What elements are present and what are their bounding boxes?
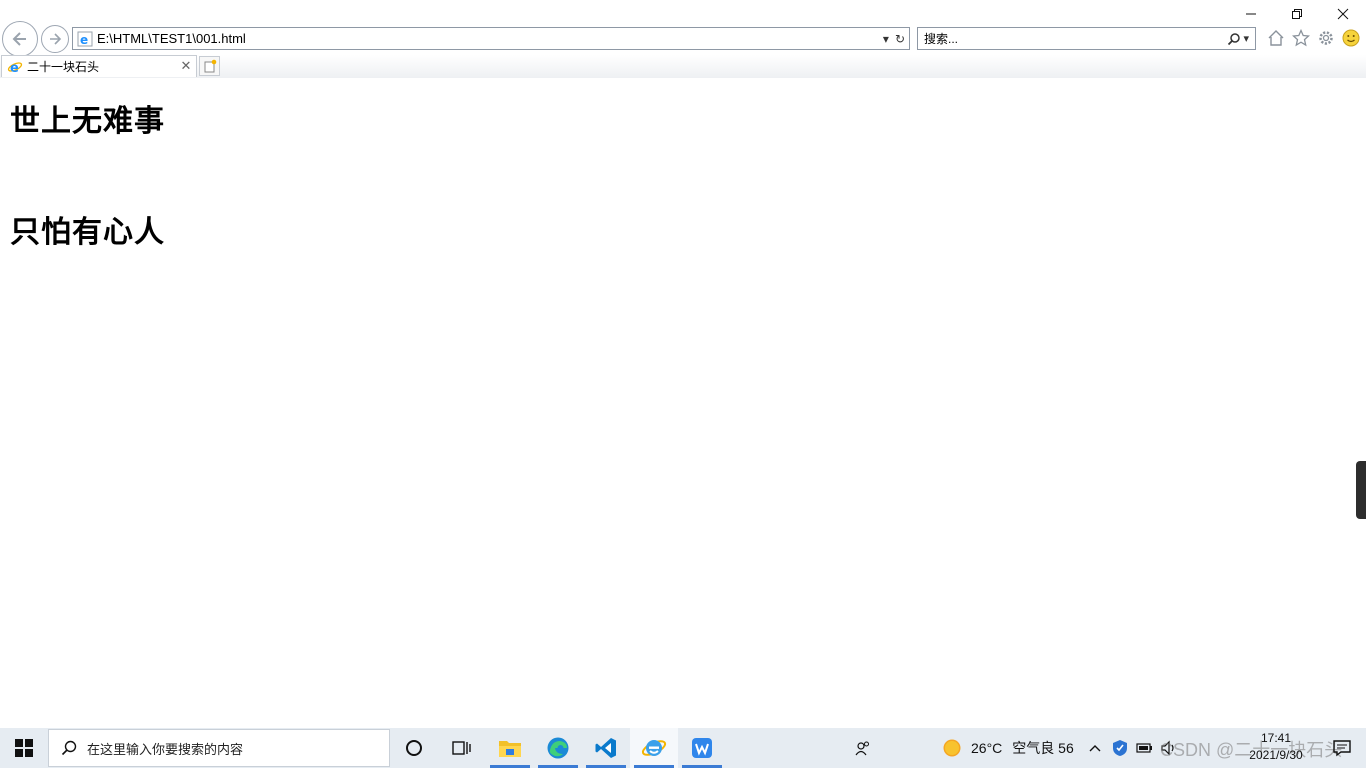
- search-input[interactable]: 搜索...: [924, 30, 1227, 47]
- tab-close-icon[interactable]: ✕: [178, 59, 194, 74]
- address-text[interactable]: E:\HTML\TEST1\001.html: [97, 31, 883, 46]
- notification-icon: [1333, 740, 1351, 757]
- smiley-icon[interactable]: [1341, 28, 1360, 48]
- windows-logo-icon: [15, 739, 33, 757]
- clock[interactable]: 17:41 2021/9/30: [1244, 730, 1308, 766]
- start-button[interactable]: [0, 728, 48, 768]
- new-tab-button[interactable]: [199, 56, 220, 76]
- forward-button[interactable]: [41, 25, 69, 53]
- side-handle[interactable]: [1356, 461, 1366, 519]
- ie-button[interactable]: [630, 728, 678, 768]
- wps-button[interactable]: [678, 728, 726, 768]
- favorites-star-icon[interactable]: [1291, 28, 1310, 48]
- weather-sun-icon[interactable]: [942, 738, 962, 758]
- restore-button[interactable]: [1274, 0, 1320, 28]
- page-heading-2: 只怕有心人: [10, 215, 165, 250]
- tab-strip: e 二十一块石头 ✕: [0, 55, 1366, 78]
- vscode-button[interactable]: [582, 728, 630, 768]
- ie-tab-icon: e: [7, 59, 23, 75]
- battery-icon[interactable]: [1136, 742, 1154, 754]
- clock-date: 2021/9/30: [1249, 748, 1303, 762]
- toolbar-icons: [1266, 28, 1360, 48]
- system-tray: 26°C 空气良 56: [850, 728, 1178, 768]
- address-bar[interactable]: e E:\HTML\TEST1\001.html ▾ ↻: [72, 27, 910, 50]
- new-tab-icon: [204, 59, 216, 73]
- back-arrow-icon: [12, 32, 26, 46]
- close-window-button[interactable]: [1320, 0, 1366, 28]
- edge-button[interactable]: [534, 728, 582, 768]
- restore-icon: [1292, 9, 1302, 19]
- search-icon[interactable]: [1227, 32, 1241, 46]
- defender-shield-icon[interactable]: [1112, 739, 1128, 757]
- browser-chrome: e E:\HTML\TEST1\001.html ▾ ↻ 搜索... ▾ e 二…: [0, 0, 1366, 78]
- window-controls: [1228, 0, 1366, 28]
- home-icon[interactable]: [1266, 28, 1285, 48]
- address-dropdown-icon[interactable]: ▾: [883, 32, 889, 46]
- page-heading-1: 世上无难事: [10, 104, 165, 139]
- wps-icon: [692, 738, 712, 758]
- cortana-button[interactable]: [390, 728, 438, 768]
- air-quality[interactable]: 空气良 56: [1012, 738, 1073, 758]
- vscode-icon: [595, 738, 616, 758]
- search-icon: [61, 740, 77, 756]
- back-button[interactable]: [2, 21, 38, 57]
- taskbar: 在这里输入你要搜索的内容 26°C 空气良 56 CSDN @二十一块石头 17…: [0, 728, 1366, 768]
- chevron-up-icon[interactable]: [1088, 743, 1102, 753]
- tab-active[interactable]: e 二十一块石头 ✕: [1, 55, 197, 77]
- close-icon: [1337, 8, 1349, 20]
- search-bar[interactable]: 搜索... ▾: [917, 27, 1256, 50]
- minimize-icon: [1246, 13, 1256, 15]
- search-dropdown-icon[interactable]: ▾: [1243, 32, 1249, 45]
- ie-page-icon: e: [77, 31, 93, 47]
- cortana-icon: [406, 740, 422, 756]
- taskbar-search-box[interactable]: 在这里输入你要搜索的内容: [48, 729, 390, 767]
- file-explorer-button[interactable]: [486, 728, 534, 768]
- action-center-button[interactable]: [1322, 728, 1362, 768]
- refresh-icon[interactable]: ↻: [895, 32, 905, 46]
- svg-text:e: e: [10, 61, 19, 75]
- task-view-icon: [452, 741, 471, 755]
- weather-temperature[interactable]: 26°C: [971, 740, 1002, 756]
- page-viewport: 世上无难事 只怕有心人: [0, 78, 1366, 728]
- minimize-button[interactable]: [1228, 0, 1274, 28]
- forward-arrow-icon: [50, 33, 62, 45]
- ie-icon: [641, 740, 667, 756]
- edge-icon: [547, 737, 569, 759]
- clock-time: 17:41: [1260, 731, 1292, 745]
- task-view-button[interactable]: [438, 728, 486, 768]
- svg-text:e: e: [80, 33, 88, 47]
- file-explorer-icon: [499, 741, 521, 757]
- tab-title: 二十一块石头: [27, 60, 100, 74]
- gear-icon[interactable]: [1316, 28, 1335, 48]
- taskbar-search-placeholder: 在这里输入你要搜索的内容: [87, 741, 244, 757]
- people-icon[interactable]: [850, 740, 876, 756]
